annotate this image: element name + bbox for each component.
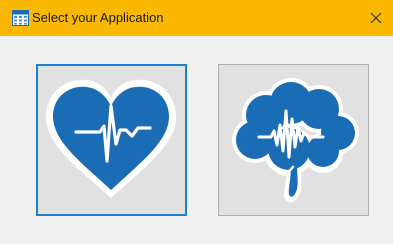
close-button[interactable] xyxy=(359,0,393,36)
heart-ecg-icon xyxy=(45,79,177,198)
brain-app-button[interactable] xyxy=(218,64,369,216)
heart-app-button[interactable] xyxy=(36,64,187,216)
close-icon xyxy=(370,12,382,24)
grid-app-icon xyxy=(12,10,29,26)
window-title: Select your Application xyxy=(32,10,164,25)
title-bar[interactable]: Select your Application xyxy=(0,0,393,36)
brain-eeg-icon xyxy=(232,78,359,203)
dialog-body xyxy=(0,36,393,244)
